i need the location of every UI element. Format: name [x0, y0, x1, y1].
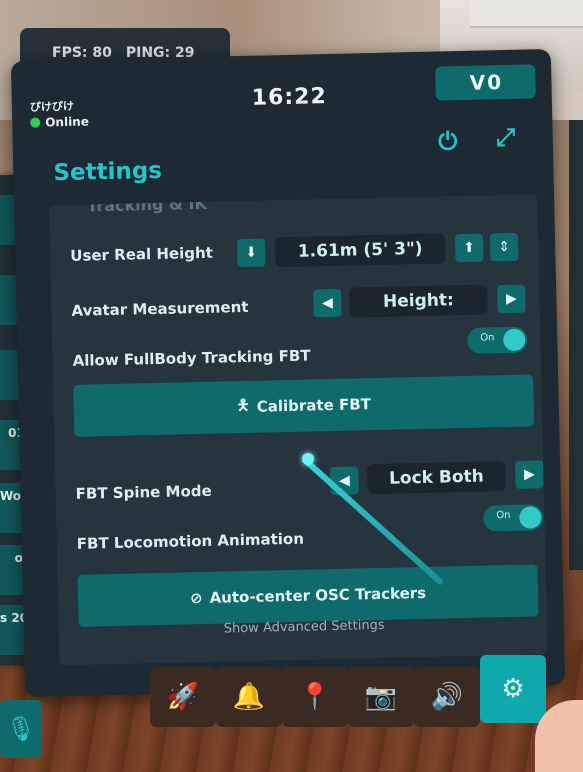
username: ぴけぴけ — [29, 99, 75, 114]
calibrate-fbt-button[interactable]: 🯅 Calibrate FBT — [73, 374, 535, 437]
microphone-button[interactable]: 🎙 — [0, 700, 42, 758]
settings-content[interactable]: Tracking & IK User Real Height ⬇ 1.61m (… — [49, 194, 548, 666]
laser-pointer-dot — [302, 453, 314, 465]
credits-value: 0 — [486, 70, 502, 95]
speaker-icon: 🔊 — [430, 682, 464, 712]
page-title: Settings — [53, 157, 163, 187]
right-side-panel — [569, 120, 583, 570]
credits-badge[interactable]: V 0 — [435, 64, 536, 101]
expand-icon[interactable]: ⤢ — [490, 122, 521, 153]
avatar-measurement-next-button[interactable]: ▶ — [497, 284, 526, 314]
user-real-height-value: 1.61m (5' 3") — [274, 233, 446, 268]
online-dot-icon — [30, 117, 41, 128]
person-icon: 🯅 — [236, 395, 250, 414]
dock-worlds-button[interactable]: 📍 — [282, 667, 348, 727]
arrow-up-icon: ⬆ — [463, 239, 476, 256]
allow-fbt-toggle[interactable]: On — [467, 326, 528, 354]
status-text: Online — [45, 114, 90, 130]
rocket-icon: 🚀 — [166, 682, 200, 712]
spine-mode-next-button[interactable]: ▶ — [515, 460, 544, 489]
avatar-measurement-value: Height: — [349, 284, 488, 318]
dock-camera-button[interactable]: 📷 — [348, 667, 414, 727]
bottom-dock: 🚀 🔔 📍 📷 🔊 ⚙ — [140, 655, 546, 740]
height-decrease-button[interactable]: ⬇ — [236, 238, 266, 268]
dock-settings-button[interactable]: ⚙ — [480, 655, 546, 723]
avatar-measurement-prev-button[interactable]: ◀ — [313, 288, 342, 318]
toggle-knob — [503, 328, 526, 352]
fbt-spine-mode-label: FBT Spine Mode — [75, 481, 212, 503]
arrow-down-icon: ⬇ — [245, 244, 258, 261]
auto-center-osc-button[interactable]: ⊘ Auto-center OSC Trackers — [77, 564, 539, 627]
height-increase-button[interactable]: ⬆ — [454, 233, 484, 263]
measure-height-button[interactable]: ⇕ — [489, 232, 519, 262]
chevron-right-icon: ▶ — [523, 466, 535, 483]
settings-panel: ぴけぴけ Online 16:22 V 0 Settings ⏻ ⤢ Track… — [10, 48, 566, 698]
gear-icon: ⚙ — [501, 674, 525, 704]
toggle-label: On — [496, 509, 511, 522]
microphone-icon: 🎙 — [5, 715, 37, 743]
fbt-locomotion-label: FBT Locomotion Animation — [76, 529, 305, 553]
credits-icon: V — [469, 70, 486, 95]
dock-notifications-button[interactable]: 🔔 — [216, 667, 282, 727]
clock: 16:22 — [251, 84, 328, 111]
compass-icon: ⊘ — [189, 588, 203, 608]
calibrate-fbt-label: Calibrate FBT — [256, 395, 372, 416]
dock-audio-button[interactable]: 🔊 — [414, 667, 480, 727]
user-real-height-label: User Real Height — [70, 243, 214, 265]
power-icon[interactable]: ⏻ — [432, 126, 463, 157]
bell-icon: 🔔 — [232, 682, 266, 712]
toggle-knob — [519, 506, 542, 529]
chevron-left-icon: ◀ — [338, 472, 351, 489]
chevron-left-icon: ◀ — [321, 294, 333, 312]
location-pin-icon: 📍 — [298, 682, 332, 712]
online-status: Online — [30, 114, 89, 129]
toggle-label: On — [480, 332, 495, 344]
dock-explore-button[interactable]: 🚀 — [150, 667, 216, 727]
avatar-measurement-label: Avatar Measurement — [71, 297, 249, 320]
fbt-spine-mode-value: Lock Both — [367, 461, 506, 495]
auto-center-label: Auto-center OSC Trackers — [209, 583, 427, 607]
background-ac-unit — [470, 0, 583, 28]
fbt-locomotion-toggle[interactable]: On — [483, 504, 544, 532]
section-heading: Tracking & IK — [86, 194, 208, 216]
camera-icon: 📷 — [364, 682, 398, 712]
chevron-right-icon: ▶ — [505, 290, 517, 308]
ruler-icon: ⇕ — [498, 238, 511, 256]
allow-fbt-label: Allow FullBody Tracking FBT — [72, 346, 311, 370]
